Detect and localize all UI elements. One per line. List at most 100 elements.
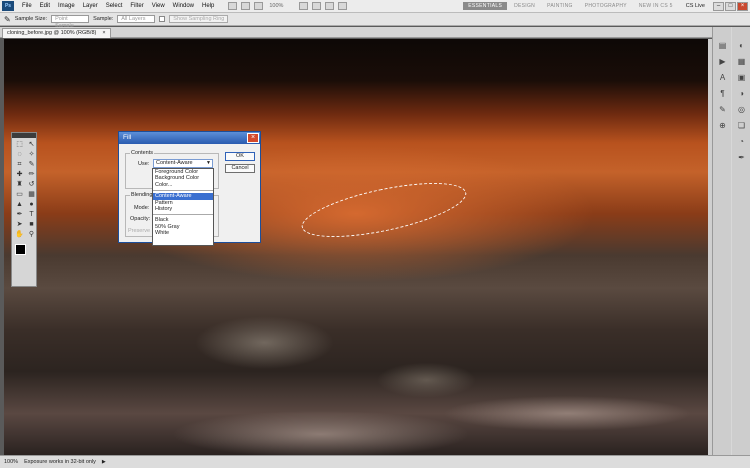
sample-select[interactable]: All Layers (117, 15, 156, 23)
blending-label: Blending (130, 192, 154, 198)
arrange-icon[interactable] (325, 2, 335, 10)
color-swatches[interactable] (15, 244, 36, 260)
paths-panel-icon[interactable]: ✒ (736, 153, 747, 163)
document-tab-bar: cloning_before.jpg @ 100% (RGB/8) × (0, 27, 712, 38)
use-select-value: Content-Aware (156, 160, 193, 166)
dialog-close-icon[interactable]: × (247, 133, 259, 143)
menu-image[interactable]: Image (54, 3, 79, 9)
use-dropdown-list: Foreground Color Background Color Color.… (152, 168, 214, 246)
status-menu-arrow-icon[interactable]: ▶ (102, 459, 106, 465)
menu-help[interactable]: Help (198, 3, 218, 9)
document-tab[interactable]: cloning_before.jpg @ 100% (RGB/8) × (2, 28, 111, 38)
option-white[interactable]: White (153, 230, 213, 236)
right-panel-dock: ▤ ▶ A ¶ ✎ ⊕ ◐ ▦ ▣ ◑ ◎ ❏ ◔ ✒ (712, 27, 750, 455)
crop-icon[interactable]: ⌗ (14, 160, 25, 169)
screen-mode-icon[interactable] (338, 2, 348, 10)
status-info: Exposure works in 32-bit only (24, 459, 96, 465)
layers-panel-icon[interactable]: ❏ (736, 121, 747, 131)
menu-view[interactable]: View (148, 3, 169, 9)
healing-brush-icon[interactable]: ✚ (14, 170, 25, 179)
mini-bridge-icon[interactable] (241, 2, 251, 10)
quick-select-icon[interactable]: ✧ (26, 150, 37, 159)
ok-button[interactable]: OK (225, 152, 255, 161)
tools-panel: ⬚ ↖ ◌ ✧ ⌗ ✎ ✚ ✏ ♜ ↺ ▭ ▦ ▲ ● ✒ T ➤ ■ ✋ ⚲ (11, 132, 37, 287)
hand-tool-icon[interactable]: ✋ (14, 230, 25, 239)
eyedropper-icon[interactable]: ✎ (4, 15, 11, 24)
zoom-level[interactable]: 100% (269, 3, 283, 9)
menu-filter[interactable]: Filter (126, 3, 147, 9)
use-select[interactable]: Content-Aware ▼ (153, 159, 213, 168)
history-brush-icon[interactable]: ↺ (26, 180, 37, 189)
workspace-painting[interactable]: PAINTING (542, 2, 578, 10)
paragraph-panel-icon[interactable]: ¶ (717, 89, 728, 99)
move-icon[interactable]: ↖ (26, 140, 37, 149)
channels-panel-icon[interactable]: ◔ (736, 137, 747, 147)
brushes-panel-icon[interactable]: ✎ (717, 105, 728, 115)
swatches-panel-icon[interactable]: ▦ (736, 57, 747, 67)
menu-window[interactable]: Window (169, 3, 198, 9)
clone-stamp-icon[interactable]: ♜ (14, 180, 25, 189)
workspace-essentials[interactable]: ESSENTIALS (463, 2, 508, 10)
history-panel-icon[interactable]: ▤ (717, 41, 728, 51)
foreground-color[interactable] (15, 244, 26, 255)
sampling-ring-checkbox[interactable] (159, 16, 166, 22)
hand-icon[interactable] (299, 2, 309, 10)
pen-icon[interactable]: ✒ (14, 210, 25, 219)
dropdown-separator (153, 188, 213, 192)
marquee-icon[interactable]: ⬚ (14, 140, 25, 149)
dialog-titlebar[interactable]: Fill × (119, 132, 260, 144)
adjustments-panel-icon[interactable]: ◑ (736, 89, 747, 99)
character-panel-icon[interactable]: A (717, 73, 728, 83)
fill-dialog: Fill × Contents Use: Content-Aware ▼ Ble… (118, 131, 261, 246)
maximize-icon[interactable]: □ (725, 1, 736, 11)
cs-live-button[interactable]: CS Live (686, 3, 705, 9)
path-select-icon[interactable]: ➤ (14, 220, 25, 229)
opacity-label: Opacity: (130, 216, 151, 222)
image-canvas[interactable] (4, 39, 708, 455)
type-icon[interactable]: T (26, 210, 37, 219)
contents-label: Contents (130, 150, 155, 156)
clone-source-panel-icon[interactable]: ⊕ (717, 121, 728, 131)
zoom-icon[interactable] (312, 2, 322, 10)
dropdown-separator (153, 212, 213, 216)
status-zoom[interactable]: 100% (4, 459, 18, 465)
styles-panel-icon[interactable]: ▣ (736, 73, 747, 83)
menu-layer[interactable]: Layer (79, 3, 102, 9)
menu-file[interactable]: File (18, 3, 36, 9)
zoom-tool-icon[interactable]: ⚲ (26, 230, 37, 239)
sample-size-select[interactable]: Point Sample (51, 15, 90, 29)
workspace-new-in-cs5[interactable]: NEW IN CS 5 (634, 2, 678, 10)
brush-icon[interactable]: ✏ (26, 170, 37, 179)
extras-icon[interactable] (254, 2, 264, 10)
menu-bar: Ps File Edit Image Layer Select Filter V… (0, 0, 750, 13)
workspace-photography[interactable]: PHOTOGRAPHY (580, 2, 632, 10)
lasso-icon[interactable]: ◌ (14, 150, 25, 159)
sample-size-label: Sample Size: (14, 16, 48, 22)
use-label: Use: (138, 161, 150, 167)
eraser-icon[interactable]: ▭ (14, 190, 25, 199)
bridge-icon[interactable] (228, 2, 238, 10)
chevron-down-icon: ▼ (206, 160, 211, 166)
mode-label: Mode: (134, 205, 150, 211)
workspace-design[interactable]: DESIGN (509, 2, 540, 10)
tab-close-icon[interactable]: × (102, 29, 105, 38)
eyedropper-tool-icon[interactable]: ✎ (26, 160, 37, 169)
cancel-button[interactable]: Cancel (225, 164, 255, 173)
dodge-icon[interactable]: ● (26, 200, 37, 209)
close-icon[interactable]: × (737, 1, 748, 11)
document-tab-label: cloning_before.jpg @ 100% (RGB/8) (7, 30, 97, 36)
masks-panel-icon[interactable]: ◎ (736, 105, 747, 115)
color-panel-icon[interactable]: ◐ (736, 41, 747, 51)
blur-icon[interactable]: ▲ (14, 200, 25, 209)
menu-select[interactable]: Select (102, 3, 127, 9)
minimize-icon[interactable]: – (713, 1, 724, 11)
options-bar: ✎ Sample Size: Point Sample Sample: All … (0, 13, 750, 29)
preserve-label[interactable]: Preserve (128, 228, 150, 234)
menu-edit[interactable]: Edit (36, 3, 54, 9)
actions-panel-icon[interactable]: ▶ (717, 57, 728, 67)
shape-icon[interactable]: ■ (26, 220, 37, 229)
sampling-ring-label: Show Sampling Ring (169, 15, 229, 23)
gradient-icon[interactable]: ▦ (26, 190, 37, 199)
status-bar: 100% Exposure works in 32-bit only ▶ (0, 455, 750, 468)
dialog-title: Fill (123, 134, 132, 141)
